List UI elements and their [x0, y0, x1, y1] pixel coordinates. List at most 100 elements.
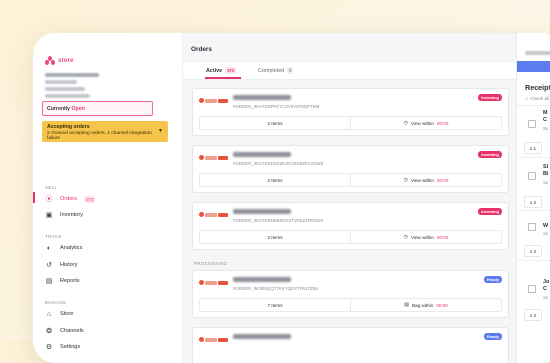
- status-badge: Ready: [483, 276, 502, 283]
- sidebar-item-label: Store: [60, 311, 74, 317]
- order-id: #ORDER_0K2YDSNKB8GXXTVAEZ2FEDW3: [233, 218, 323, 223]
- sidebar-item-inventory[interactable]: ▣ Inventory: [45, 211, 83, 219]
- quantity-badge: x 1: [524, 142, 542, 154]
- check-all-label: Check all: [530, 96, 550, 101]
- receipt-panel: Receipt ✓ Check all M C Su x 1 Sl Bi Su …: [517, 33, 550, 363]
- quantity-badge: x 2: [524, 309, 542, 321]
- channel-logo: [199, 98, 228, 103]
- store-info-blurred: [45, 73, 99, 101]
- tab-label: Completed: [258, 67, 285, 74]
- order-id: #ORDER_0K3E6QQT7EKYQESTP637ZB6: [233, 286, 318, 291]
- channel-logo: [199, 155, 228, 160]
- item-title-line2: Bi: [543, 171, 549, 177]
- sidebar-item-label: History: [60, 262, 78, 268]
- sidebar-item-label: Reports: [60, 278, 80, 284]
- flower-logo-icon: [45, 56, 55, 66]
- section-label-manage: MANAGE: [45, 300, 67, 305]
- orders-panel: Orders Active 373 Completed 0 #ORDER_0K2…: [183, 33, 517, 363]
- receipt-action-bar[interactable]: [517, 61, 550, 72]
- item-count-text: 2 Items: [267, 177, 283, 183]
- store-status-box[interactable]: Currently Open: [42, 101, 153, 116]
- receipt-item[interactable]: W Su x 2: [517, 210, 550, 261]
- check-all-toggle[interactable]: ✓ Check all: [525, 96, 549, 102]
- logo: store: [45, 56, 74, 66]
- item-title-line2: C: [543, 117, 547, 123]
- item-title-line1: W: [543, 223, 549, 229]
- item-count-text: 7 Items: [267, 302, 283, 308]
- item-checkbox[interactable]: [528, 285, 536, 293]
- order-id: #ORDER_0K2YDSDSSZKJKCEG9ZFLCDWZ: [233, 161, 324, 166]
- section-label-track: TRACK: [45, 234, 62, 239]
- sidebar-item-label: Inventory: [60, 212, 84, 218]
- tab-count-badge: 0: [287, 67, 294, 74]
- item-subtext: Su: [543, 126, 549, 131]
- item-count: 2 Items: [200, 231, 350, 243]
- customer-name-blurred: [233, 277, 291, 282]
- accepting-orders-alert[interactable]: Accepting orders 2 channel accepting ord…: [42, 121, 168, 142]
- status-value: Open: [71, 106, 85, 112]
- item-count: 7 Items: [200, 299, 350, 311]
- status-badge: Ready: [483, 333, 502, 340]
- item-title-line1: M: [543, 110, 548, 116]
- sidebar-item-settings[interactable]: ⚙ Settings: [45, 343, 80, 351]
- section-label-processing: PROCESSING: [194, 261, 228, 266]
- chevron-down-icon[interactable]: ▼: [158, 128, 163, 134]
- item-checkbox[interactable]: [528, 172, 536, 180]
- history-icon: ↺: [46, 262, 52, 269]
- box-icon: ▣: [45, 212, 53, 219]
- channel-logo: [199, 280, 228, 285]
- sidebar-item-store[interactable]: ⌂ Store: [45, 310, 74, 318]
- order-card[interactable]: #ORDER_0K2YDSPFEYCZV5Y5T6GPTEM Incoming …: [192, 88, 509, 136]
- customer-name-blurred: [233, 209, 291, 214]
- section-label-sell: SELL: [45, 185, 58, 190]
- receipt-item[interactable]: Sl Bi Su x 2: [517, 157, 550, 211]
- timer-label: View within: [410, 177, 434, 183]
- receipt-item[interactable]: Jo C Su x 2: [517, 260, 550, 321]
- sidebar-item-channels[interactable]: ❂ Channels: [45, 327, 84, 335]
- sidebar-item-reports[interactable]: ▤ Reports: [45, 277, 80, 285]
- status-badge: Incoming: [478, 208, 502, 215]
- tab-completed[interactable]: Completed 0: [258, 67, 294, 74]
- clock-icon: ◷: [403, 177, 408, 183]
- order-id: #ORDER_0K2YDSPFEYCZV5Y5T6GPTEM: [233, 104, 320, 109]
- sidebar-item-orders[interactable]: ⦿ Orders 373: [45, 195, 96, 203]
- sidebar-item-history[interactable]: ↺ History: [45, 261, 77, 269]
- order-card[interactable]: #ORDER_0K2YDSNKB8GXXTVAEZ2FEDW3 Incoming…: [192, 202, 509, 250]
- order-card[interactable]: #ORDER_0K3E6QQT7EKYQESTP637ZB6 Ready 7 I…: [192, 270, 509, 318]
- item-title-line1: Sl: [543, 164, 549, 170]
- sidebar-item-analytics[interactable]: ◐ Analytics: [45, 244, 83, 252]
- order-summary-row: 2 Items ◷ View within 00:00: [199, 116, 502, 130]
- order-card[interactable]: #ORDER_0K2YDSDSSZKJKCEG9ZFLCDWZ Incoming…: [192, 145, 509, 193]
- logo-text: store: [58, 58, 74, 64]
- sidebar: store Currently Open Accepting orders 2 …: [33, 33, 183, 363]
- sidebar-item-label: Analytics: [60, 245, 83, 251]
- timer-cell: ▤ Bag within 00:00: [350, 299, 501, 311]
- item-checkbox[interactable]: [528, 120, 536, 128]
- order-card[interactable]: Ready: [192, 327, 509, 363]
- tab-active[interactable]: Active 373: [206, 67, 237, 74]
- customer-name-blurred: [233, 334, 291, 339]
- quantity-badge: x 2: [524, 196, 542, 208]
- item-title-line2: C: [543, 286, 547, 292]
- pie-chart-icon: ◐: [46, 244, 52, 252]
- item-subtext: Su: [543, 231, 549, 236]
- item-count: 2 Items: [200, 117, 350, 129]
- tab-underline: [205, 77, 241, 79]
- receipt-item[interactable]: M C Su x 1: [517, 105, 550, 158]
- tab-label: Active: [206, 67, 223, 74]
- store-icon: ⌂: [46, 310, 52, 318]
- clock-icon: ◷: [403, 120, 408, 126]
- status-label: Currently: [47, 106, 71, 112]
- bar-chart-icon: ▤: [45, 278, 53, 285]
- item-title-line1: Jo: [543, 279, 550, 285]
- item-checkbox[interactable]: [528, 223, 536, 231]
- clock-icon: ◷: [403, 234, 408, 240]
- timer-cell: ◷ View within 00:00: [350, 231, 501, 243]
- receipt-title: Receipt: [525, 83, 550, 92]
- alert-title: Accepting orders: [47, 124, 90, 130]
- timer-label: View within: [410, 234, 434, 240]
- item-count: 2 Items: [200, 174, 350, 186]
- status-badge: Incoming: [478, 94, 502, 101]
- page-title: Orders: [191, 46, 212, 53]
- timer-value: 00:00: [436, 234, 449, 240]
